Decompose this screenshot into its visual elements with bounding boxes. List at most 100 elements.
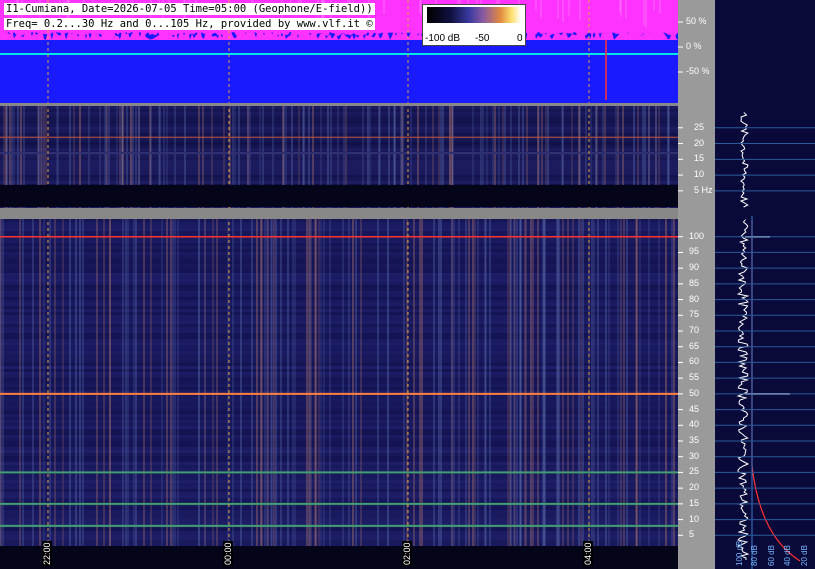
spectrogram-noise-band [0,297,678,300]
low-freq-tick-label: 5 Hz [694,184,713,195]
spectrogram-noise-band [0,142,678,145]
spectrogram-noise-band [0,327,678,330]
spectrogram-noise-band [0,423,678,426]
spectrogram-noise-band [0,375,678,378]
high-freq-tick-label: 75 [689,309,700,320]
spectrogram-noise-band [0,531,678,534]
spectrogram-noise-band [0,408,678,411]
spectrogram-noise-band [0,345,678,348]
spectrogram-noise-band [0,300,678,303]
high-freq-tick-label: 85 [689,277,700,288]
spectrogram-noise-band [0,369,678,372]
spectrogram-noise-band [0,267,678,270]
bottom-dark-band [0,546,678,569]
spectrogram-noise-band [0,498,678,501]
spectrogram-noise-band [0,399,678,402]
spectrogram-noise-band [0,540,678,543]
spectrogram-noise-band [0,222,678,225]
spectrogram-stage: I1-Cumiana, Date=2026-07-05 Time=05:00 (… [0,0,815,569]
spectrogram-noise-band [0,324,678,327]
color-scale-max: 0 [517,33,523,44]
spectrogram-noise-band [0,270,678,273]
spectrogram-noise-band [0,402,678,405]
high-freq-tick-label: 20 [689,482,700,493]
spectrogram-noise-band [0,480,678,483]
spectrogram-noise-band [0,528,678,531]
spectrogram-noise-band [0,429,678,432]
spectrogram-noise-band [0,333,678,336]
color-scale-min: -100 dB [425,33,461,44]
color-scale-mid: -50 [475,33,490,44]
high-freq-tick-label: 100 [689,230,705,241]
spectrogram-noise-band [0,276,678,279]
color-scale: -100 dB -50 0 [422,4,526,46]
db-tick-label: 60 dB [767,545,776,566]
spectrogram-noise-band [0,169,678,172]
spectrogram-noise-band [0,510,678,513]
spectrogram-noise-band [0,378,678,381]
spectrogram-noise-band [0,411,678,414]
spectrogram-noise-band [0,157,678,160]
spectrogram-noise-band [0,417,678,420]
color-scale-gradient [427,7,521,23]
high-freq-tick-label: 10 [689,513,700,524]
spectrogram-noise-band [0,181,678,184]
spectrogram-noise-band [0,309,678,312]
side-spectrum-area [715,216,815,569]
high-freq-tick-label: 25 [689,466,700,477]
db-tick-label: 100 dB [735,540,744,566]
spectrogram-noise-band [0,420,678,423]
spectrogram-noise-band [0,495,678,498]
spectrogram-noise-band [0,285,678,288]
spectrogram-noise-band [0,351,678,354]
spectrogram-noise-band [0,534,678,537]
spectrogram-noise-band [0,252,678,255]
spectrogram-noise-band [0,106,678,109]
header-line-2: Freq= 0.2...30 Hz and 0...105 Hz, provid… [4,18,375,30]
low-freq-tick-label: 25 [694,121,705,132]
time-tick-label: 00:00 [223,541,233,566]
high-freq-tick-label: 40 [689,419,700,430]
high-freq-tick-label: 70 [689,325,700,335]
spectrogram-noise-band [0,115,678,118]
spectrogram-noise-band [0,336,678,339]
spectrogram-noise-band [0,330,678,333]
spectrogram-noise-band [0,148,678,151]
spectrogram-noise-band [0,516,678,519]
spectrogram-noise-band [0,396,678,399]
spectrogram-noise-band [0,255,678,258]
high-freq-tick-label: 5 [689,529,695,540]
spectrogram-noise-band [0,258,678,261]
spectrogram-noise-band [0,228,678,231]
spectrogram-noise-band [0,456,678,459]
spectrogram-noise-band [0,321,678,324]
spectrogram-noise-band [0,366,678,369]
spectrogram-noise-band [0,354,678,357]
spectrogram-noise-band [0,112,678,115]
spectrogram-noise-band [0,133,678,136]
spectrogram-noise-band [0,474,678,477]
high-freq-tick-label: 35 [689,435,700,445]
low-freq-tick-label: 15 [694,153,705,164]
spectrogram-noise-band [0,363,678,366]
spectrogram-noise-band [0,447,678,450]
spectrogram-noise-band [0,166,678,169]
spectrogram-noise-band [0,438,678,441]
high-freq-tick-label: 90 [689,262,700,273]
spectrogram-noise-band [0,486,678,489]
spectrogram-noise-band [0,462,678,465]
amplitude-tick-label: -50 % [686,66,710,76]
spectrogram-noise-band [0,318,678,321]
spectrogram-noise-band [0,483,678,486]
high-freq-tick-label: 80 [689,293,700,304]
spectrogram-noise-band [0,139,678,142]
high-freq-tick-label: 60 [689,356,700,367]
spectrogram-noise-band [0,405,678,408]
spectrogram-noise-band [0,384,678,387]
spectrogram-noise-band [0,264,678,267]
amplitude-tick-label: 0 % [686,41,702,51]
high-freq-tick-label: 65 [689,340,700,351]
spectrogram-noise-band [0,387,678,390]
spectrogram-noise-band [0,246,678,249]
spectrogram-noise-band [0,507,678,510]
